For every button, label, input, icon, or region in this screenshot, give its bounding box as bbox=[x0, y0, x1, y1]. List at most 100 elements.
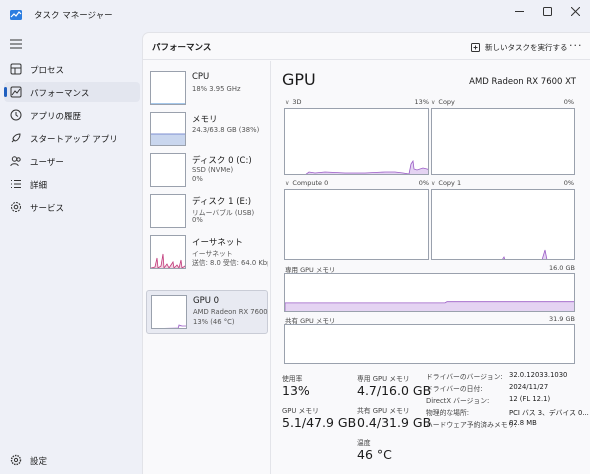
maximize-icon bbox=[542, 6, 552, 16]
graph-engine-selector[interactable]: ∨ 3D bbox=[285, 98, 302, 106]
sidebar-item-details[interactable]: 詳細 bbox=[4, 174, 140, 194]
disk-1-thumbnail-graph bbox=[150, 194, 186, 228]
physical-location-key: 物理的な場所: bbox=[426, 409, 470, 417]
processes-icon bbox=[10, 63, 22, 75]
dedicated-memory-label: 専用 GPU メモリ bbox=[357, 375, 410, 383]
more-options-button[interactable]: ··· bbox=[569, 39, 583, 52]
close-button[interactable] bbox=[560, 0, 590, 22]
details-icon bbox=[11, 180, 21, 188]
window-title: タスク マネージャー bbox=[34, 11, 113, 21]
device-usage: 0% bbox=[192, 175, 203, 183]
gpu-thumbnail-graph bbox=[151, 295, 187, 329]
device-name: GPU 0 bbox=[193, 296, 220, 306]
title-bar: タスク マネージャー bbox=[0, 0, 590, 30]
sidebar-item-performance[interactable]: パフォーマンス bbox=[4, 82, 140, 102]
driver-date-value: 2024/11/27 bbox=[509, 383, 549, 391]
sidebar-item-label: サービス bbox=[30, 204, 65, 214]
maximize-button[interactable] bbox=[532, 0, 562, 22]
cpu-thumbnail-graph bbox=[150, 71, 186, 105]
run-new-task-button[interactable]: 新しいタスクを実行する bbox=[471, 39, 568, 55]
sidebar-item-label: 詳細 bbox=[30, 181, 48, 191]
sidebar-item-startup-apps[interactable]: スタートアップ アプリ bbox=[4, 128, 140, 148]
device-name: ディスク 0 (C:) bbox=[192, 156, 252, 166]
ethernet-thumbnail-graph bbox=[150, 235, 186, 269]
device-name: ディスク 1 (E:) bbox=[192, 197, 252, 207]
gpu-copy-1-graph bbox=[431, 189, 575, 260]
sidebar-item-label: スタートアップ アプリ bbox=[30, 135, 118, 145]
chevron-down-icon: ∨ bbox=[431, 180, 436, 187]
physical-location-value: PCI バス 3、デバイス 0... bbox=[509, 409, 589, 417]
gpu-model: AMD Radeon RX 7600 XT bbox=[469, 77, 576, 87]
shared-memory-max: 31.9 GB bbox=[548, 315, 575, 323]
app-history-icon bbox=[10, 109, 22, 121]
graph-engine-selector[interactable]: ∨ Compute 0 bbox=[285, 179, 328, 187]
device-usage: 0% bbox=[192, 216, 203, 224]
graph-percent: 0% bbox=[563, 179, 574, 187]
minimize-icon bbox=[514, 10, 524, 12]
minimize-button[interactable] bbox=[504, 0, 534, 22]
disk-0-thumbnail-graph bbox=[150, 153, 186, 187]
gpu-memory-label: GPU メモリ bbox=[282, 407, 319, 415]
driver-version-key: ドライバーのバージョン: bbox=[426, 373, 503, 381]
device-detail: 24.3/63.8 GB (38%) bbox=[192, 126, 260, 134]
dedicated-memory-graph bbox=[284, 273, 575, 312]
graph-engine-selector[interactable]: ∨ Copy 1 bbox=[431, 179, 461, 187]
page-title: パフォーマンス bbox=[152, 43, 212, 53]
dedicated-memory-max: 16.0 GB bbox=[548, 264, 575, 272]
reserved-memory-key: ハードウェア予約済みメモリ: bbox=[426, 421, 517, 429]
device-name: メモリ bbox=[192, 115, 218, 125]
graph-percent: 0% bbox=[563, 98, 574, 106]
device-throughput: 送信: 8.0 受信: 64.0 Kbps bbox=[192, 259, 268, 267]
driver-version-value: 32.0.12033.1030 bbox=[509, 371, 568, 379]
shared-memory-value: 0.4/31.9 GB bbox=[357, 415, 432, 430]
sidebar-item-label: パフォーマンス bbox=[30, 89, 90, 99]
device-list: CPU 18% 3.95 GHz メモリ 24.3/63.8 GB (38%) … bbox=[143, 61, 271, 474]
directx-version-key: DirectX バージョン: bbox=[426, 397, 490, 405]
device-disk-0[interactable]: ディスク 0 (C:) SSD (NVMe) 0% bbox=[146, 151, 268, 191]
users-icon bbox=[10, 156, 21, 167]
gpu-title: GPU bbox=[282, 70, 316, 89]
device-detail: 18% 3.95 GHz bbox=[192, 85, 241, 93]
temperature-value: 46 °C bbox=[357, 447, 392, 462]
temperature-label: 温度 bbox=[357, 439, 371, 447]
close-icon bbox=[570, 6, 580, 16]
hamburger-menu-icon[interactable] bbox=[10, 39, 22, 49]
sidebar-item-services[interactable]: サービス bbox=[4, 197, 140, 217]
gpu-compute-0-graph bbox=[284, 189, 429, 260]
performance-panel: パフォーマンス 新しいタスクを実行する ··· CPU 18% 3.95 GHz… bbox=[142, 32, 590, 474]
sidebar-item-app-history[interactable]: アプリの履歴 bbox=[4, 105, 140, 125]
device-disk-1[interactable]: ディスク 1 (E:) リムーバブル (USB) 0% bbox=[146, 192, 268, 232]
graph-engine-selector[interactable]: ∨ Copy bbox=[431, 98, 455, 106]
chevron-down-icon: ∨ bbox=[285, 180, 290, 187]
device-detail: SSD (NVMe) bbox=[192, 166, 234, 174]
task-manager-app-icon bbox=[10, 10, 22, 20]
dedicated-memory-value: 4.7/16.0 GB bbox=[357, 383, 432, 398]
shared-memory-graph bbox=[284, 324, 575, 364]
sidebar-item-label: アプリの履歴 bbox=[30, 112, 82, 122]
device-usage: 13% (46 °C) bbox=[193, 318, 235, 326]
device-ethernet[interactable]: イーサネット イーサネット 送信: 8.0 受信: 64.0 Kbps bbox=[146, 233, 268, 273]
driver-date-key: ドライバーの日付: bbox=[426, 385, 483, 393]
device-cpu[interactable]: CPU 18% 3.95 GHz bbox=[146, 69, 268, 109]
sidebar-item-label: ユーザー bbox=[30, 158, 64, 168]
sidebar-item-processes[interactable]: プロセス bbox=[4, 59, 140, 79]
directx-version-value: 12 (FL 12.1) bbox=[509, 395, 551, 403]
graph-percent: 13% bbox=[414, 98, 429, 106]
shared-memory-label: 共有 GPU メモリ bbox=[357, 407, 410, 415]
chevron-down-icon: ∨ bbox=[285, 99, 290, 106]
run-new-task-label: 新しいタスクを実行する bbox=[485, 42, 568, 52]
sidebar-item-users[interactable]: ユーザー bbox=[4, 151, 140, 171]
sidebar-item-label: プロセス bbox=[30, 66, 65, 76]
device-memory[interactable]: メモリ 24.3/63.8 GB (38%) bbox=[146, 110, 268, 150]
memory-thumbnail-graph bbox=[150, 112, 186, 146]
settings-label: 設定 bbox=[30, 457, 48, 467]
device-name: イーサネット bbox=[192, 238, 243, 248]
chevron-down-icon: ∨ bbox=[431, 99, 436, 106]
performance-icon bbox=[10, 86, 22, 98]
startup-apps-icon bbox=[11, 133, 21, 143]
gear-icon bbox=[10, 454, 22, 466]
sidebar-item-settings[interactable]: 設定 bbox=[4, 450, 140, 470]
gpu-memory-value: 5.1/47.9 GB bbox=[282, 415, 357, 430]
device-gpu-0[interactable]: GPU 0 AMD Radeon RX 7600 XT 13% (46 °C) bbox=[146, 290, 269, 334]
graph-percent: 0% bbox=[418, 179, 429, 187]
